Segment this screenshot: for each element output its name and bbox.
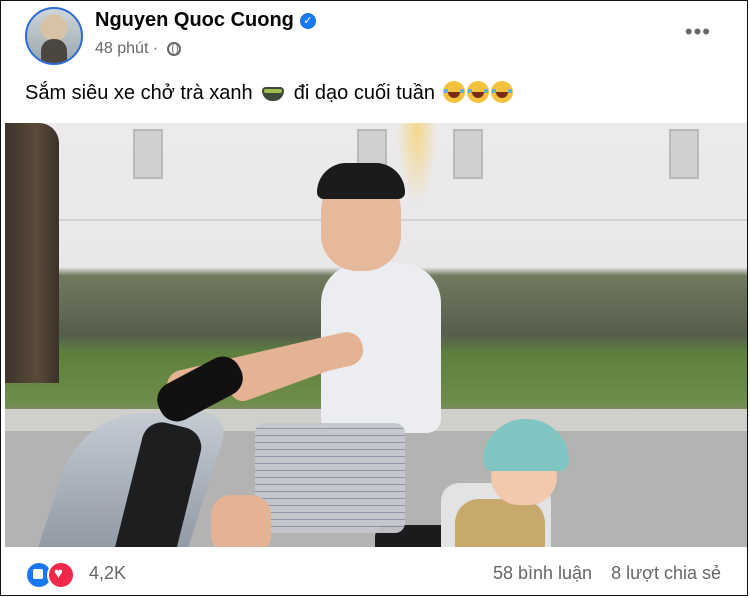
child-body (455, 499, 545, 547)
tree-trunk (5, 123, 59, 383)
verified-icon: ✓ (299, 13, 316, 29)
avatar-figure (41, 39, 67, 63)
man-shorts (255, 423, 405, 533)
tea-icon (262, 87, 285, 101)
post-header: Nguyen Quoc Cuong ✓ 48 phút · ••• (25, 7, 727, 67)
laughing-emoji-icon (466, 81, 489, 103)
comments-count[interactable]: 58 bình luận (493, 563, 592, 583)
reactions-count[interactable]: 4,2K (89, 563, 126, 584)
wall-window (669, 129, 699, 179)
more-options-button[interactable]: ••• (685, 19, 711, 45)
globe-icon (166, 42, 181, 56)
post-footer: 4,2K 58 bình luận 8 lượt chia sẻ (25, 557, 727, 589)
shares-count[interactable]: 8 lượt chia sẻ (611, 563, 721, 583)
post-meta: 48 phút · (95, 40, 181, 58)
wall-window (133, 129, 163, 179)
man-leg (211, 495, 271, 547)
wall-window (453, 129, 483, 179)
man-hair (317, 163, 405, 199)
author-avatar[interactable] (25, 7, 83, 65)
love-reaction-icon (47, 561, 75, 589)
post-stats: 58 bình luận 8 lượt chia sẻ (493, 563, 721, 584)
laughing-emoji-icon (442, 81, 465, 103)
laughing-emoji-icon (490, 81, 513, 103)
facebook-post: Nguyen Quoc Cuong ✓ 48 phút · ••• Sắm siê… (0, 0, 748, 596)
post-photo[interactable] (5, 123, 747, 547)
author-name[interactable]: Nguyen Quoc Cuong ✓ (95, 9, 316, 32)
post-caption: Sắm siêu xe chở trà xanh đi dạo cuối tuầ… (25, 81, 513, 105)
